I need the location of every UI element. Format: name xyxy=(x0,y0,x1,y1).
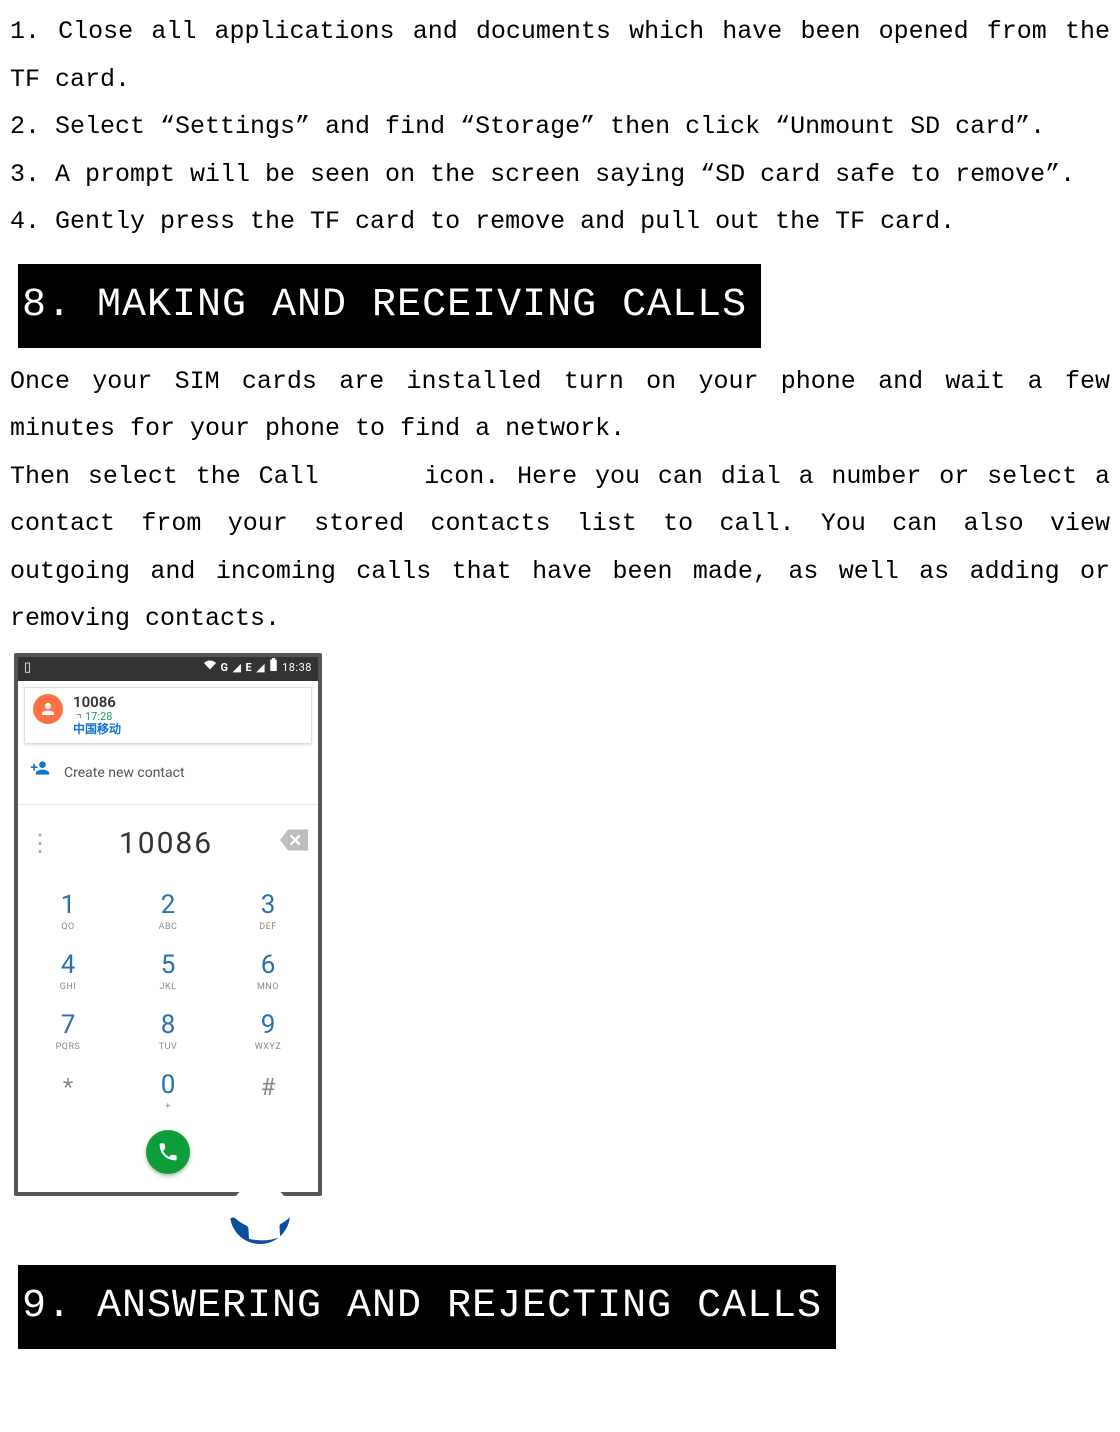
signal-g: G xyxy=(220,658,228,679)
step-3: 3. A prompt will be seen on the screen s… xyxy=(10,151,1110,199)
phone-app-icon xyxy=(230,1192,300,1247)
dial-key-2[interactable]: 2ABC xyxy=(118,882,218,942)
call-button[interactable] xyxy=(146,1130,190,1174)
dial-key-6[interactable]: 6MNO xyxy=(218,942,318,1002)
section-heading-8: 8. MAKING AND RECEIVING CALLS xyxy=(18,264,761,348)
dial-key-5[interactable]: 5JKL xyxy=(118,942,218,1002)
create-contact-button[interactable]: Create new contact xyxy=(18,744,318,805)
recent-number: 10086 xyxy=(73,694,121,711)
dial-key-4[interactable]: 4GHI xyxy=(18,942,118,1002)
backspace-button[interactable] xyxy=(280,820,308,868)
dial-display-row: ⋮ 10086 xyxy=(18,805,318,882)
overflow-menu-icon[interactable]: ⋮ xyxy=(28,839,52,847)
dial-key-0[interactable]: 0+ xyxy=(118,1062,218,1122)
status-bar: ▯ G ◢ E ◢ 18:38 xyxy=(18,657,318,681)
intro-paragraph-2: Then select the Call icon. Here you can … xyxy=(10,453,1110,643)
dial-key-#[interactable]: # xyxy=(218,1062,318,1122)
dial-key-8[interactable]: 8TUV xyxy=(118,1002,218,1062)
avatar xyxy=(33,694,63,724)
intro-2a: Then select the Call xyxy=(10,462,336,491)
step-4: 4. Gently press the TF card to remove an… xyxy=(10,198,1110,246)
add-contact-icon xyxy=(30,758,50,788)
step-2: 2. Select “Settings” and find “Storage” … xyxy=(10,103,1110,151)
create-contact-label: Create new contact xyxy=(64,760,185,787)
wifi-icon xyxy=(204,658,216,679)
recent-call-card[interactable]: 10086 17:28 中国移动 xyxy=(24,687,312,745)
battery-icon xyxy=(269,658,278,679)
recent-carrier: 中国移动 xyxy=(73,723,121,737)
dialer-screenshot: ▯ G ◢ E ◢ 18:38 10086 17:28 中国移动 xyxy=(14,653,322,1197)
dial-key-7[interactable]: 7PQRS xyxy=(18,1002,118,1062)
status-right: G ◢ E ◢ 18:38 xyxy=(204,658,312,679)
dialpad: 1QO2ABC3DEF 4GHI5JKL6MNO 7PQRS8TUV9WXYZ *0+… xyxy=(18,882,318,1122)
section-heading-9: 9. ANSWERING AND REJECTING CALLS xyxy=(18,1265,836,1349)
outgoing-icon xyxy=(73,713,82,722)
step-1: 1. Close all applications and documents … xyxy=(10,8,1110,103)
signal-icon-1: ◢ xyxy=(232,658,241,679)
signal-icon-2: ◢ xyxy=(256,658,265,679)
intro-paragraph-1: Once your SIM cards are installed turn o… xyxy=(10,358,1110,453)
sim-icon: ▯ xyxy=(24,656,31,681)
status-time: 18:38 xyxy=(282,658,312,679)
dial-key-9[interactable]: 9WXYZ xyxy=(218,1002,318,1062)
dialed-number: 10086 xyxy=(52,815,280,872)
dial-key-3[interactable]: 3DEF xyxy=(218,882,318,942)
signal-e: E xyxy=(245,658,252,679)
dial-key-*[interactable]: * xyxy=(18,1062,118,1122)
dial-key-1[interactable]: 1QO xyxy=(18,882,118,942)
